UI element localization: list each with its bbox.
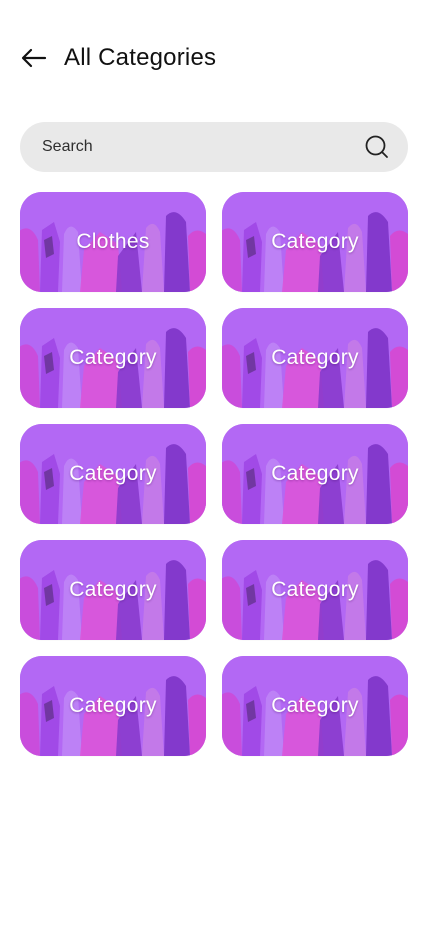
category-card[interactable]: Category bbox=[222, 192, 408, 292]
category-card[interactable]: Category bbox=[222, 656, 408, 756]
search-input[interactable] bbox=[40, 137, 354, 157]
category-card[interactable]: Category bbox=[20, 424, 206, 524]
category-image bbox=[20, 656, 206, 756]
category-card[interactable]: Category bbox=[20, 656, 206, 756]
category-image bbox=[222, 308, 408, 408]
search-icon bbox=[365, 135, 388, 158]
category-image bbox=[222, 424, 408, 524]
category-image bbox=[20, 308, 206, 408]
category-image bbox=[222, 540, 408, 640]
category-image bbox=[222, 656, 408, 756]
search-button[interactable] bbox=[364, 134, 390, 160]
category-card[interactable]: Clothes bbox=[20, 192, 206, 292]
category-image bbox=[20, 540, 206, 640]
category-image bbox=[20, 424, 206, 524]
app-screen: All Categories Search Clothes Category C… bbox=[0, 0, 428, 926]
category-card[interactable]: Category bbox=[20, 308, 206, 408]
back-button[interactable] bbox=[20, 44, 48, 72]
arrow-left-icon bbox=[21, 48, 47, 68]
category-grid: Clothes Category Category Category Categ… bbox=[20, 192, 408, 756]
category-image bbox=[222, 192, 408, 292]
category-card[interactable]: Category bbox=[222, 424, 408, 524]
page-title: All Categories bbox=[64, 44, 217, 71]
search-bar[interactable] bbox=[20, 122, 408, 172]
category-card[interactable]: Category bbox=[222, 540, 408, 640]
category-card[interactable]: Category bbox=[222, 308, 408, 408]
category-card[interactable]: Category bbox=[20, 540, 206, 640]
category-image bbox=[20, 192, 206, 292]
header: All Categories bbox=[20, 36, 216, 80]
